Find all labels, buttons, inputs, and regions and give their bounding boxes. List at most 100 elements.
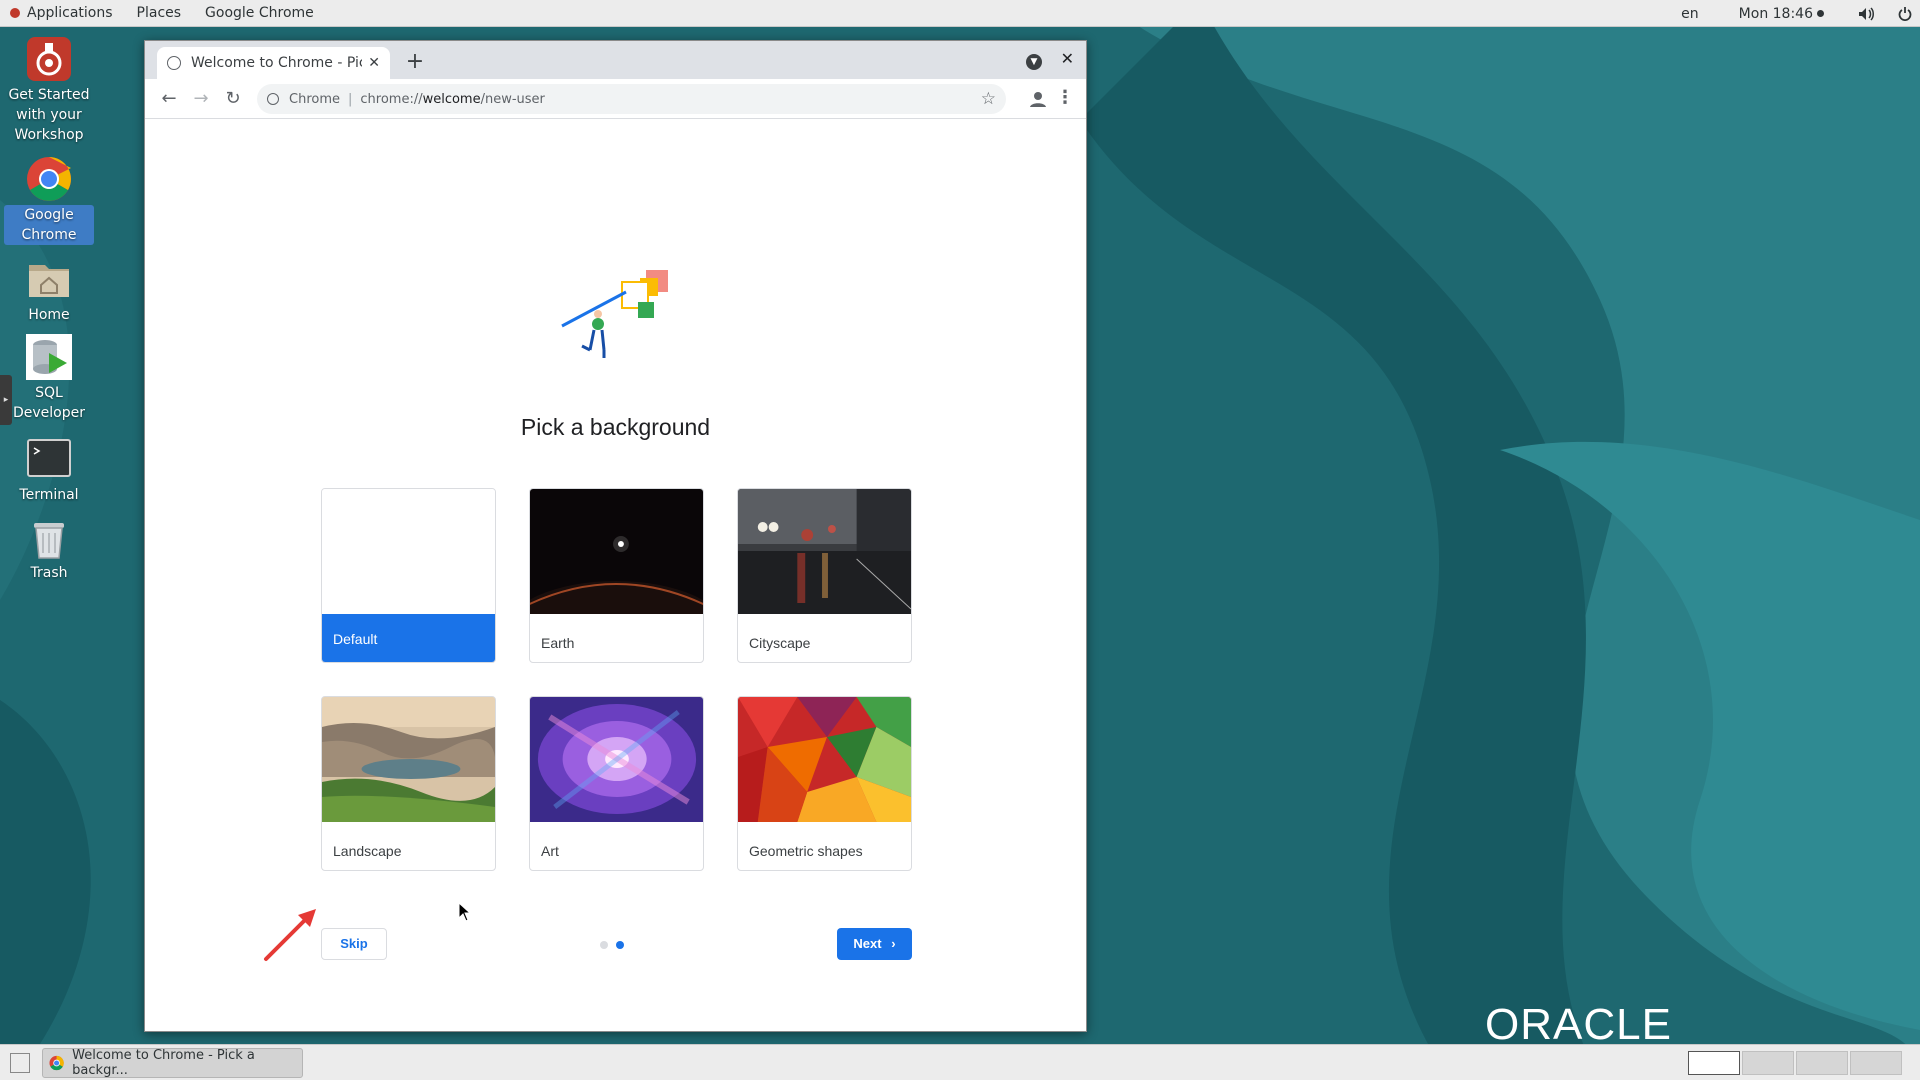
applications-menu[interactable]: Applications	[0, 0, 125, 27]
page-title: Pick a background	[520, 414, 711, 440]
background-option-label: Cityscape	[749, 635, 811, 651]
background-thumbnail	[738, 489, 911, 614]
background-thumbnail	[530, 697, 703, 822]
new-tab-button[interactable]: +	[403, 49, 427, 74]
sql-developer-icon	[25, 333, 73, 381]
desktop-icon-home[interactable]: Home	[4, 255, 94, 325]
url-path: /new-user	[480, 91, 545, 107]
oracle-logo: ORACLE	[1485, 1000, 1672, 1049]
show-desktop-icon[interactable]	[10, 1053, 30, 1073]
status-area: en Mon 18:46	[1669, 0, 1920, 27]
taskbar-window-chrome[interactable]: Welcome to Chrome - Pick a backgr...	[42, 1048, 303, 1078]
profile-icon[interactable]	[1028, 89, 1048, 109]
bookmark-star-icon[interactable]: ☆	[981, 89, 996, 109]
skip-button[interactable]: Skip	[321, 928, 387, 960]
background-thumbnail	[738, 697, 911, 822]
side-panel-handle[interactable]: ▸	[0, 375, 12, 425]
workshop-icon	[25, 35, 73, 83]
background-option-label: Landscape	[333, 843, 402, 859]
taskbar-window-title: Welcome to Chrome - Pick a backgr...	[72, 1048, 255, 1078]
background-thumbnail	[322, 697, 495, 822]
forward-button[interactable]: →	[185, 83, 217, 115]
back-button[interactable]: ←	[153, 83, 185, 115]
desktop-icon-label: Home	[28, 307, 70, 323]
omnibox-url: chrome://welcome/new-user	[360, 92, 545, 107]
places-menu[interactable]: Places	[125, 0, 194, 27]
browser-toolbar: ← → ↻ Chrome | chrome://welcome/new-user…	[145, 79, 1086, 119]
omnibox-separator: |	[348, 91, 353, 107]
chrome-icon	[49, 1055, 64, 1071]
chrome-window: Welcome to Chrome - Pick ✕ + ▼ ✕ ← → ↻ C…	[144, 40, 1087, 1032]
clock[interactable]: Mon 18:46	[1727, 0, 1836, 27]
next-button-label: Next	[853, 936, 882, 951]
url-prefix: chrome://	[360, 91, 423, 107]
background-option-earth[interactable]: Earth	[529, 488, 704, 663]
desktop-icon-label: Trash	[30, 565, 68, 581]
reload-icon: ↻	[225, 88, 241, 109]
globe-icon	[167, 56, 181, 70]
desktop-icon-trash[interactable]: Trash	[4, 513, 94, 583]
background-thumbnail	[530, 489, 703, 662]
chrome-menu-icon[interactable]: ⋮	[1056, 88, 1074, 108]
tab-strip: Welcome to Chrome - Pick ✕ + ▼ ✕	[145, 41, 1086, 79]
background-option-cityscape[interactable]: Cityscape	[737, 488, 912, 663]
reload-button[interactable]: ↻	[217, 83, 249, 115]
workspace-1[interactable]	[1688, 1051, 1740, 1075]
background-option-label: Default	[322, 614, 495, 662]
bottom-panel: Welcome to Chrome - Pick a backgr...	[0, 1044, 1920, 1080]
workspace-2[interactable]	[1742, 1051, 1794, 1075]
power-button[interactable]	[1886, 0, 1920, 27]
input-language[interactable]: en	[1669, 0, 1711, 27]
chevron-right-icon: ›	[891, 936, 896, 951]
tab-title: Welcome to Chrome - Pick	[191, 55, 363, 71]
mouse-cursor-icon	[458, 902, 472, 922]
desktop-icon-terminal[interactable]: Terminal	[4, 435, 94, 505]
desktop-icon-sql-developer[interactable]: SQL Developer	[4, 333, 94, 423]
app-menu-label: Google Chrome	[205, 5, 314, 21]
window-close-icon[interactable]: ✕	[1061, 49, 1074, 68]
app-menu[interactable]: Google Chrome	[193, 0, 326, 27]
desktop-icon-workshop[interactable]: Get Started with your Workshop	[4, 35, 94, 145]
step-dot-active	[616, 941, 624, 949]
desktop-icon-label: SQL Developer	[12, 385, 85, 421]
tab-welcome[interactable]: Welcome to Chrome - Pick ✕	[157, 47, 390, 79]
background-option-label: Earth	[541, 635, 575, 651]
volume-icon	[1859, 6, 1874, 21]
language-label: en	[1681, 5, 1699, 22]
background-option-art[interactable]: Art	[529, 696, 704, 871]
desktop-icon-chrome[interactable]: Google Chrome	[4, 155, 94, 245]
workspace-3[interactable]	[1796, 1051, 1848, 1075]
desktop-icon-label: Get Started with your Workshop	[8, 87, 90, 143]
tab-search-icon[interactable]: ▼	[1026, 54, 1042, 70]
applications-icon	[10, 8, 20, 18]
trash-icon	[25, 513, 73, 561]
back-arrow-icon: ←	[161, 88, 177, 109]
background-option-default[interactable]: Default	[321, 488, 496, 663]
site-info-icon[interactable]	[267, 93, 279, 105]
tab-close-icon[interactable]: ✕	[368, 55, 380, 71]
workspace-4[interactable]	[1850, 1051, 1902, 1075]
power-icon	[1898, 6, 1912, 21]
clock-label: Mon 18:46	[1738, 5, 1813, 22]
step-indicator	[600, 941, 624, 949]
paint-illustration-icon	[561, 270, 668, 358]
chrome-icon	[25, 155, 73, 203]
volume-button[interactable]	[1846, 0, 1886, 27]
desktop-icon-label: Terminal	[19, 487, 79, 503]
background-option-landscape[interactable]: Landscape	[321, 696, 496, 871]
next-button[interactable]: Next ›	[837, 928, 912, 960]
notification-dot-icon	[1817, 10, 1824, 17]
terminal-icon	[25, 435, 73, 483]
forward-arrow-icon: →	[193, 88, 209, 109]
background-option-label: Geometric shapes	[749, 843, 863, 859]
desktop-icon-label: Google Chrome	[4, 205, 94, 245]
top-panel: Applications Places Google Chrome en Mon…	[0, 0, 1920, 27]
url-host: welcome	[422, 91, 481, 107]
background-option-label: Art	[541, 843, 559, 859]
omnibox-origin: Chrome	[289, 91, 340, 107]
places-label: Places	[136, 5, 182, 21]
background-option-geometric[interactable]: Geometric shapes	[737, 696, 912, 871]
annotation-arrow-icon	[264, 909, 316, 961]
address-bar[interactable]: Chrome | chrome://welcome/new-user ☆	[257, 84, 1006, 114]
home-folder-icon	[25, 255, 73, 303]
